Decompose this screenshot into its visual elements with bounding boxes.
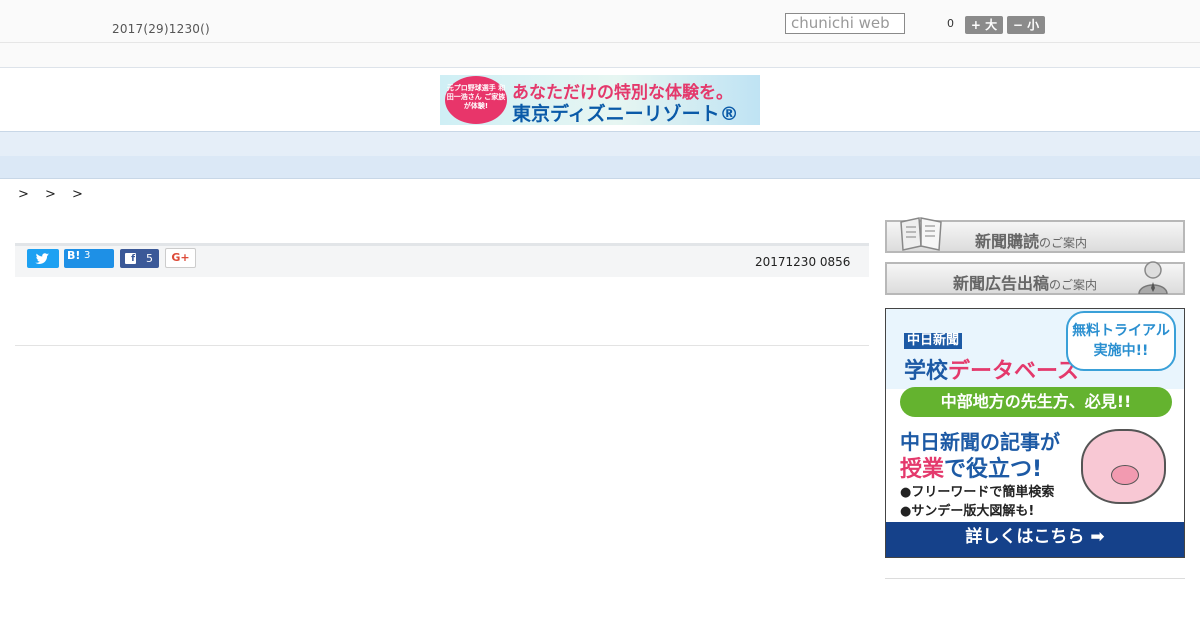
db-ad-logo-main: 学校 xyxy=(904,359,949,384)
pig-snout xyxy=(1111,465,1139,485)
db-ad-pill: 中部地方の先生方、必見!! xyxy=(900,387,1172,417)
facebook-icon: f xyxy=(125,253,136,264)
font-decrease-button[interactable]: − 小 xyxy=(1007,16,1045,34)
newspaper-icon xyxy=(900,217,942,251)
sub-navigation xyxy=(0,156,1200,179)
pig-mascot-icon xyxy=(1081,429,1166,504)
school-database-ad[interactable]: 中日新聞 学校データベース 無料トライアル 実施中!! 中部地方の先生方、必見!… xyxy=(885,308,1185,558)
content-divider xyxy=(15,345,869,346)
google-plus-button[interactable]: G+ xyxy=(165,248,196,268)
db-ad-logo-top: 中日新聞 xyxy=(904,333,962,349)
main-navigation xyxy=(0,131,1200,157)
subscription-guide-button[interactable]: 新聞購読のご案内 xyxy=(885,217,1185,253)
font-increase-button[interactable]: + 大 xyxy=(965,16,1003,34)
search-input[interactable]: chunichi web xyxy=(785,13,905,34)
hatena-icon: B! xyxy=(67,249,81,262)
article-timestamp: 20171230 0856 xyxy=(755,255,851,269)
banner-brand: 東京ディズニーリゾート® xyxy=(512,103,739,125)
facebook-count: 5 xyxy=(146,252,153,265)
advertising-suffix: のご案内 xyxy=(1049,278,1098,292)
db-ad-bullet: ●フリーワードで簡単検索 xyxy=(900,485,1055,500)
banner-ad[interactable]: 元プロ野球選手 和田一浩さん ご家族が体験! あなただけの特別な体験を。 東京デ… xyxy=(440,75,760,125)
subscription-suffix: のご案内 xyxy=(1039,236,1088,250)
db-ad-trial-badge: 無料トライアル 実施中!! xyxy=(1066,311,1176,371)
db-ad-main-accent: 授業 xyxy=(900,457,945,482)
current-date: 2017(29)1230() xyxy=(112,22,210,36)
font-size-indicator: 0 xyxy=(947,17,954,30)
hatena-count: 3 xyxy=(84,250,91,261)
facebook-share-button[interactable]: f 5 xyxy=(120,249,159,268)
person-icon xyxy=(1138,261,1168,294)
banner-badge: 元プロ野球選手 和田一浩さん ご家族が体験! xyxy=(445,76,507,124)
db-ad-trial-line1: 無料トライアル xyxy=(1072,323,1170,339)
advertising-label: 新聞広告出稿 xyxy=(953,274,1050,293)
db-ad-trial-line2: 実施中!! xyxy=(1093,343,1149,359)
sidebar-divider xyxy=(885,578,1185,579)
sub-header-bar xyxy=(0,43,1200,68)
db-ad-details-link[interactable]: 詳しくはこちら ➡ xyxy=(886,522,1184,557)
twitter-share-button[interactable] xyxy=(27,249,59,268)
db-ad-bullet: ●サンデー版大図解も! xyxy=(900,504,1035,519)
hatena-bookmark-button[interactable]: B! 3 xyxy=(64,249,114,268)
db-ad-main-rest: で役立つ! xyxy=(944,457,1043,482)
twitter-icon xyxy=(35,253,49,264)
advertising-guide-button[interactable]: 新聞広告出稿のご案内 xyxy=(885,261,1185,295)
breadcrumb[interactable]: > > > xyxy=(18,187,89,202)
subscription-label: 新聞購読 xyxy=(975,232,1040,251)
db-ad-logo: 学校データベース xyxy=(904,353,1079,385)
db-ad-main-line2: 授業で役立つ! xyxy=(900,451,1042,483)
db-ad-logo-accent: データベース xyxy=(948,359,1079,384)
